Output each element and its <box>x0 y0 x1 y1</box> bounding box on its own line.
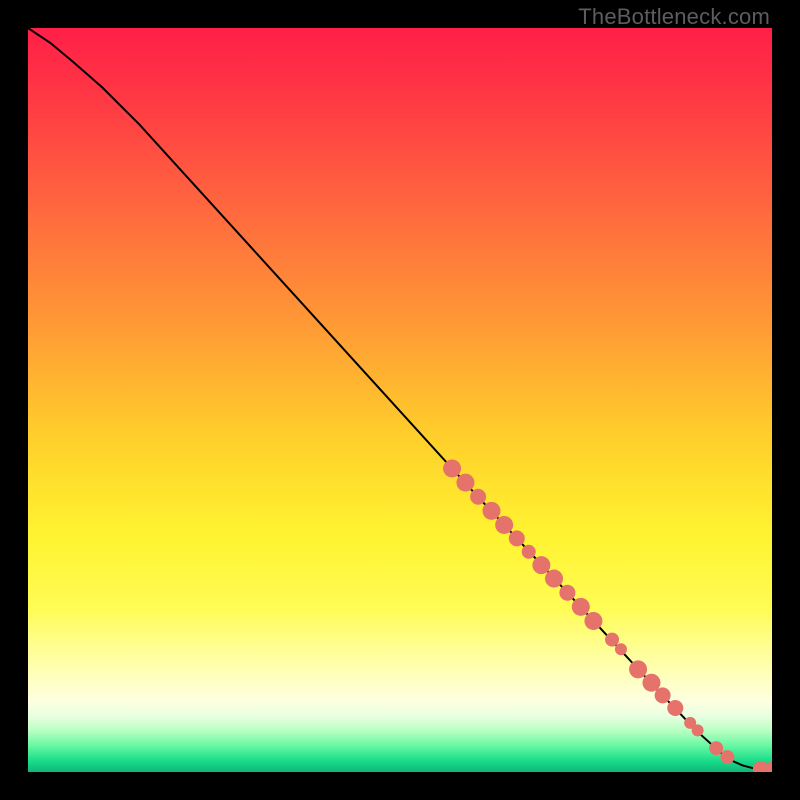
chart-plot <box>28 28 772 772</box>
scatter-point <box>720 750 734 764</box>
scatter-point <box>470 489 486 505</box>
scatter-point <box>522 545 536 559</box>
scatter-point <box>456 474 474 492</box>
scatter-point <box>483 502 501 520</box>
scatter-point <box>532 556 550 574</box>
scatter-point <box>692 724 704 736</box>
scatter-point <box>584 612 602 630</box>
scatter-point <box>655 687 671 703</box>
scatter-point <box>605 633 619 647</box>
chart-background <box>28 28 772 772</box>
scatter-point <box>545 570 563 588</box>
scatter-point <box>629 660 647 678</box>
scatter-point <box>667 700 683 716</box>
scatter-point <box>443 459 461 477</box>
scatter-point <box>495 516 513 534</box>
scatter-point <box>509 530 525 546</box>
scatter-point <box>615 643 627 655</box>
watermark-text: TheBottleneck.com <box>578 4 770 30</box>
scatter-point <box>709 741 723 755</box>
chart-frame <box>28 28 772 772</box>
scatter-point <box>572 598 590 616</box>
scatter-point <box>559 585 575 601</box>
